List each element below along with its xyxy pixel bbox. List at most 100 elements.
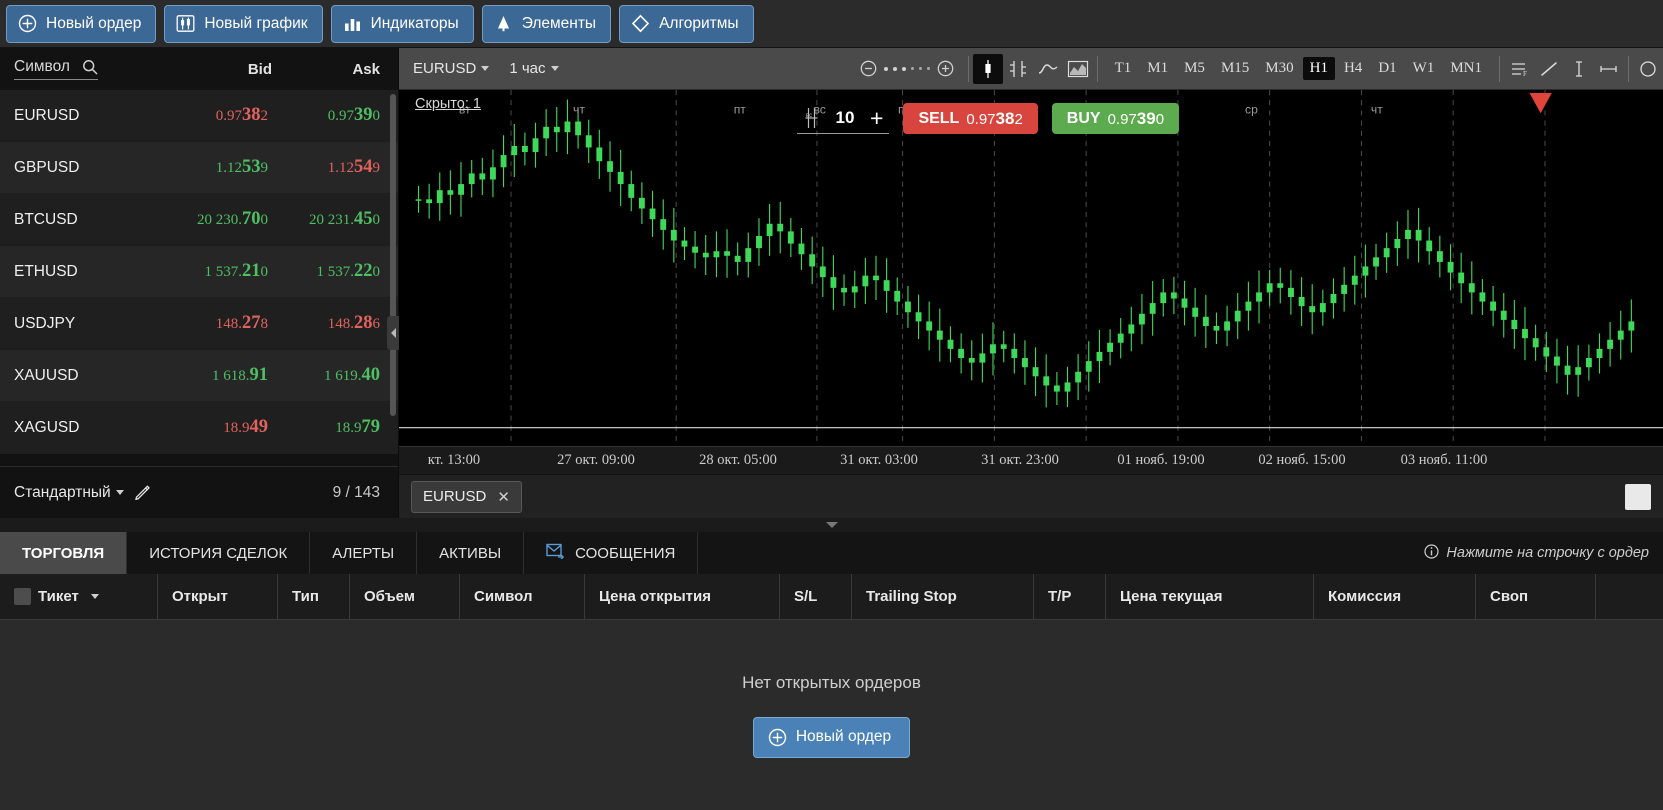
svg-text:F: F bbox=[1523, 70, 1527, 78]
hidden-objects-label[interactable]: Скрыто: 1 bbox=[415, 96, 481, 112]
column-header-10[interactable]: Комиссия bbox=[1314, 574, 1476, 619]
column-header-label: Цена открытия bbox=[599, 588, 711, 605]
text-icon[interactable]: F bbox=[1504, 54, 1534, 84]
column-header-4[interactable]: Символ bbox=[460, 574, 585, 619]
column-header-6[interactable]: S/L bbox=[780, 574, 852, 619]
symbol-search-box[interactable]: Символ bbox=[14, 58, 98, 80]
horizontal-line-icon[interactable] bbox=[1594, 54, 1624, 84]
timeframe-d1[interactable]: D1 bbox=[1371, 57, 1403, 80]
pencil-icon[interactable] bbox=[134, 484, 151, 501]
zoom-in-icon[interactable] bbox=[937, 60, 954, 77]
column-header-0[interactable]: Тикет bbox=[0, 574, 158, 619]
zoom-level-dots[interactable] bbox=[883, 66, 930, 71]
orders-tab-0[interactable]: ТОРГОВЛЯ bbox=[0, 532, 128, 574]
empty-state-new-order-button[interactable]: Новый ордер bbox=[752, 716, 911, 758]
orders-hint: Нажмите на строчку с ордер bbox=[1410, 532, 1663, 574]
zoom-out-icon[interactable] bbox=[860, 60, 877, 77]
column-header-label: T/P bbox=[1048, 588, 1072, 605]
add-tab-icon[interactable] bbox=[1625, 483, 1651, 510]
column-header-7[interactable]: Trailing Stop bbox=[852, 574, 1034, 619]
toolbar-new-order-button[interactable]: Новый ордер bbox=[6, 4, 157, 43]
market-watch-row[interactable]: XAGUSD 18.949 18.979 bbox=[0, 402, 398, 454]
timeframe-m1[interactable]: M1 bbox=[1140, 57, 1175, 80]
market-watch-row[interactable]: XAUUSD 1 618.91 1 619.40 bbox=[0, 350, 398, 402]
svg-text:пт: пт bbox=[734, 102, 747, 116]
candlestick-icon[interactable] bbox=[972, 53, 1003, 84]
main-toolbar: Новый ордер Новый график Индикаторы Элем… bbox=[0, 0, 1663, 48]
orders-tab-1[interactable]: ИСТОРИЯ СДЕЛОК bbox=[127, 532, 311, 574]
time-axis-label: кт. 13:00 bbox=[427, 452, 481, 468]
column-header-9[interactable]: Цена текущая bbox=[1106, 574, 1314, 619]
timeframe-mn1[interactable]: MN1 bbox=[1443, 57, 1489, 80]
collapse-panel-handle[interactable] bbox=[387, 316, 399, 350]
column-header-1[interactable]: Открыт bbox=[158, 574, 278, 619]
chart-time-axis: кт. 13:00 27 окт. 09:00 28 окт. 05:00 31 ок… bbox=[399, 446, 1663, 474]
bid-price: 1.12539 bbox=[215, 157, 268, 177]
orders-hint-text: Нажмите на строчку с ордер bbox=[1446, 545, 1649, 561]
close-icon[interactable]: ✕ bbox=[497, 488, 510, 506]
toolbar-algorithms-button[interactable]: Алгоритмы bbox=[619, 4, 754, 43]
chart-canvas[interactable]: втчтптвспнвтсрчт Скрыто: 1 вс 10 + SELL … bbox=[399, 90, 1663, 446]
column-header-2[interactable]: Тип bbox=[278, 574, 350, 619]
timeframe-w1[interactable]: W1 bbox=[1406, 57, 1442, 80]
watchlist-preset-label: Стандартный bbox=[14, 483, 111, 501]
chart-symbol-selector[interactable]: EURUSD bbox=[403, 48, 499, 89]
ask-price: 148.286 bbox=[327, 313, 380, 333]
market-watch-row[interactable]: EURUSD 0.97382 0.97390 bbox=[0, 90, 398, 142]
timeframe-m30[interactable]: M30 bbox=[1258, 57, 1300, 80]
column-header-8[interactable]: T/P bbox=[1034, 574, 1106, 619]
volume-slider-icon[interactable]: вс bbox=[803, 106, 820, 130]
ask-price: 1 619.40 bbox=[324, 365, 380, 385]
timeframe-t1[interactable]: T1 bbox=[1108, 57, 1139, 80]
orders-tab-label: ТОРГОВЛЯ bbox=[22, 544, 105, 562]
chevron-down-icon bbox=[825, 522, 838, 528]
market-watch-header: Символ Bid Ask bbox=[0, 48, 398, 90]
symbol-name: GBPUSD bbox=[14, 158, 80, 176]
time-axis-label: 27 окт. 09:00 bbox=[557, 452, 635, 468]
volume-control[interactable]: вс 10 + bbox=[797, 103, 890, 134]
symbol-name: ETHUSD bbox=[14, 262, 78, 280]
chart-timeframe-selector[interactable]: 1 час bbox=[499, 48, 568, 89]
time-axis-label: 28 окт. 05:00 bbox=[699, 452, 777, 468]
search-icon[interactable] bbox=[82, 59, 98, 75]
watchlist-preset-selector[interactable]: Стандартный bbox=[14, 484, 124, 502]
timeframe-h4[interactable]: H4 bbox=[1337, 57, 1369, 80]
sell-button[interactable]: SELL 0.97382 bbox=[903, 103, 1038, 134]
market-watch-row[interactable]: USDJPY 148.278 148.286 bbox=[0, 298, 398, 350]
market-watch-row[interactable]: GBPUSD 1.12539 1.12549 bbox=[0, 142, 398, 194]
select-all-checkbox[interactable] bbox=[14, 588, 31, 605]
column-header-11[interactable]: Своп bbox=[1476, 574, 1596, 619]
area-chart-icon[interactable] bbox=[1063, 54, 1093, 84]
market-watch-row[interactable]: BTCUSD 20 230.700 20 231.450 bbox=[0, 194, 398, 246]
market-watch-scrollbar[interactable] bbox=[390, 94, 396, 416]
toolbar-new-chart-button[interactable]: Новый график bbox=[164, 4, 323, 43]
orders-tab-2[interactable]: АЛЕРТЫ bbox=[310, 532, 418, 574]
orders-tab-3[interactable]: АКТИВЫ bbox=[417, 532, 525, 574]
buy-button[interactable]: BUY 0.97390 bbox=[1051, 103, 1180, 134]
timeframe-m5[interactable]: M5 bbox=[1177, 57, 1212, 80]
trendline-icon[interactable] bbox=[1534, 54, 1564, 84]
toolbar-elements-button[interactable]: Элементы bbox=[481, 4, 612, 43]
orders-tab-4[interactable]: СООБЩЕНИЯ bbox=[524, 532, 699, 574]
market-watch-list[interactable]: EURUSD 0.97382 0.97390 GBPUSD 1.12539 1.12549… bbox=[0, 90, 398, 466]
bar-chart-icon bbox=[343, 14, 362, 33]
timeframe-h1[interactable]: H1 bbox=[1302, 57, 1335, 80]
vertical-line-icon[interactable] bbox=[1564, 54, 1594, 84]
market-watch-row[interactable]: ETHUSD 1 537.210 1 537.220 bbox=[0, 246, 398, 298]
volume-increase-button[interactable]: + bbox=[870, 106, 883, 130]
timeframe-m15[interactable]: M15 bbox=[1214, 57, 1256, 80]
column-header-3[interactable]: Объем bbox=[350, 574, 460, 619]
toolbar-indicators-button[interactable]: Индикаторы bbox=[330, 4, 474, 43]
market-watch-footer: Стандартный 9 / 143 bbox=[0, 466, 398, 518]
chart-panel: EURUSD 1 час T1 M1 M5 M15 M30 H1 H4 D1 W… bbox=[399, 48, 1663, 518]
volume-input[interactable]: 10 bbox=[832, 108, 858, 128]
bid-price: 0.97382 bbox=[215, 105, 268, 125]
line-chart-icon[interactable] bbox=[1033, 54, 1063, 84]
panel-splitter[interactable] bbox=[0, 518, 1663, 532]
circle-icon[interactable] bbox=[1633, 54, 1663, 84]
ask-price: 18.979 bbox=[335, 417, 380, 437]
column-header-5[interactable]: Цена открытия bbox=[585, 574, 780, 619]
chart-overlay: втчтптвспнвтсрчт bbox=[459, 93, 1552, 116]
chart-tab-eurusd[interactable]: EURUSD ✕ bbox=[411, 480, 522, 513]
bar-chart-icon[interactable] bbox=[1003, 54, 1033, 84]
